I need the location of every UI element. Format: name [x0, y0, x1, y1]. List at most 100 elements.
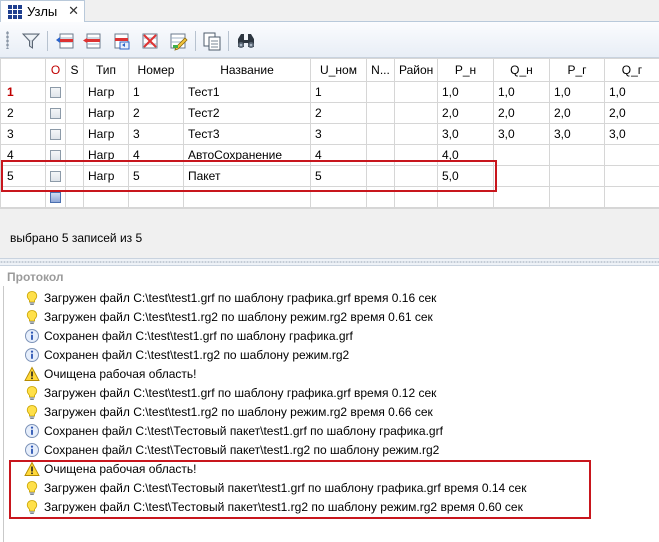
cell-qg[interactable]: [604, 165, 659, 187]
cell-pg[interactable]: 1,0: [549, 81, 605, 103]
cell-empty[interactable]: [183, 186, 311, 208]
column-header-s[interactable]: S: [65, 58, 84, 82]
row-checkbox[interactable]: [45, 123, 66, 145]
cell-tip[interactable]: Нагр: [83, 81, 129, 103]
table-row[interactable]: 4 Нагр 4 АвтоСохранение 4 4,0: [0, 144, 659, 166]
cell-qg[interactable]: [604, 144, 659, 166]
cell-empty[interactable]: [65, 186, 84, 208]
cell-s[interactable]: [65, 102, 84, 124]
row-checkbox[interactable]: [45, 165, 66, 187]
log-entry[interactable]: Сохранен файл C:\test\test1.rg2 по шабло…: [24, 345, 349, 364]
cell-pg[interactable]: [549, 165, 605, 187]
log-entry[interactable]: Сохранен файл C:\test\test1.grf по шабло…: [24, 326, 353, 345]
cell-s[interactable]: [65, 144, 84, 166]
column-header-name[interactable]: Название: [183, 58, 311, 82]
binoculars-icon[interactable]: [236, 31, 256, 51]
cell-empty[interactable]: [604, 186, 659, 208]
cell-unom[interactable]: 2: [310, 102, 367, 124]
panel-splitter[interactable]: [0, 258, 659, 266]
cell-rayon[interactable]: [394, 144, 438, 166]
log-entry[interactable]: Загружен файл C:\test\test1.grf по шабло…: [24, 288, 436, 307]
cell-pn[interactable]: 1,0: [437, 81, 494, 103]
cell-n[interactable]: [366, 123, 395, 145]
new-row[interactable]: [0, 186, 659, 208]
cell-name[interactable]: Тест3: [183, 123, 311, 145]
checkbox-icon[interactable]: [50, 87, 61, 99]
cell-tip[interactable]: Нагр: [83, 102, 129, 124]
cell-qn[interactable]: 3,0: [493, 123, 550, 145]
funnel-icon[interactable]: [21, 31, 41, 51]
cell-pn[interactable]: 5,0: [437, 165, 494, 187]
cell-nomer[interactable]: 5: [128, 165, 184, 187]
cell-qn[interactable]: 2,0: [493, 102, 550, 124]
cell-s[interactable]: [65, 81, 84, 103]
cell-s[interactable]: [65, 123, 84, 145]
log-entry[interactable]: Загружен файл C:\test\test1.grf по шабло…: [24, 383, 436, 402]
log-entry[interactable]: Очищена рабочая область!: [24, 364, 197, 383]
cell-n[interactable]: [366, 144, 395, 166]
cell-rayon[interactable]: [394, 81, 438, 103]
cell-tip[interactable]: Нагр: [83, 165, 129, 187]
add-row-icon[interactable]: [55, 31, 75, 51]
log-entry[interactable]: Сохранен файл C:\test\Тестовый пакет\tes…: [24, 421, 443, 440]
log-entry[interactable]: Загружен файл C:\test\Тестовый пакет\tes…: [24, 497, 523, 516]
cell-nomer[interactable]: 4: [128, 144, 184, 166]
cell-pn[interactable]: 4,0: [437, 144, 494, 166]
copy-table-icon[interactable]: [202, 31, 222, 51]
cell-qg[interactable]: 3,0: [604, 123, 659, 145]
cell-nomer[interactable]: 2: [128, 102, 184, 124]
cell-rayon[interactable]: [394, 102, 438, 124]
cell-n[interactable]: [366, 165, 395, 187]
column-header-o[interactable]: O: [45, 58, 66, 82]
column-header-nomer[interactable]: Номер: [128, 58, 184, 82]
cell-empty[interactable]: [366, 186, 395, 208]
log-entry[interactable]: Загружен файл C:\test\test1.rg2 по шабло…: [24, 402, 433, 421]
cell-empty[interactable]: [549, 186, 605, 208]
cell-rayon[interactable]: [394, 123, 438, 145]
cell-nomer[interactable]: 3: [128, 123, 184, 145]
cell-empty[interactable]: [310, 186, 367, 208]
cell-qg[interactable]: 1,0: [604, 81, 659, 103]
table-row[interactable]: 1 Нагр 1 Тест1 1 1,0 1,0 1,0 1,0: [0, 81, 659, 103]
cell-tip[interactable]: Нагр: [83, 144, 129, 166]
table-row[interactable]: 3 Нагр 3 Тест3 3 3,0 3,0 3,0 3,0: [0, 123, 659, 145]
cell-n[interactable]: [366, 81, 395, 103]
table-row[interactable]: 5 Нагр 5 Пакет 5 5,0: [0, 165, 659, 187]
cell-unom[interactable]: 1: [310, 81, 367, 103]
cell-pn[interactable]: 2,0: [437, 102, 494, 124]
cell-pg[interactable]: [549, 144, 605, 166]
column-header-tip[interactable]: Тип: [83, 58, 129, 82]
cell-name[interactable]: Пакет: [183, 165, 311, 187]
column-header-rownum[interactable]: [0, 58, 46, 82]
cell-rayon[interactable]: [394, 165, 438, 187]
delete-row-icon[interactable]: [82, 31, 102, 51]
cell-unom[interactable]: 4: [310, 144, 367, 166]
cut-row-icon[interactable]: [140, 31, 160, 51]
cell-qn[interactable]: [493, 144, 550, 166]
checkbox-icon[interactable]: [50, 129, 61, 141]
column-header-pn[interactable]: P_н: [437, 58, 494, 82]
column-header-qn[interactable]: Q_н: [493, 58, 550, 82]
log-entry[interactable]: Очищена рабочая область!: [24, 459, 197, 478]
row-checkbox[interactable]: [45, 144, 66, 166]
cell-qn[interactable]: 1,0: [493, 81, 550, 103]
cell-pn[interactable]: 3,0: [437, 123, 494, 145]
cell-qg[interactable]: 2,0: [604, 102, 659, 124]
checkbox-icon[interactable]: [50, 150, 61, 162]
copy-row-icon[interactable]: [112, 31, 132, 51]
cell-name[interactable]: Тест2: [183, 102, 311, 124]
cell-tip[interactable]: Нагр: [83, 123, 129, 145]
column-header-pg[interactable]: P_г: [549, 58, 605, 82]
cell-n[interactable]: [366, 102, 395, 124]
cell-unom[interactable]: 3: [310, 123, 367, 145]
column-header-qg[interactable]: Q_г: [604, 58, 659, 82]
cell-name[interactable]: АвтоСохранение: [183, 144, 311, 166]
row-checkbox[interactable]: [45, 81, 66, 103]
cell-empty[interactable]: [128, 186, 184, 208]
toolbar-grip[interactable]: [6, 31, 9, 49]
column-header-n[interactable]: N...: [366, 58, 395, 82]
log-entry[interactable]: Загружен файл C:\test\test1.rg2 по шабло…: [24, 307, 433, 326]
cell-s[interactable]: [65, 165, 84, 187]
checkbox-icon[interactable]: [50, 171, 61, 183]
tab-uzly[interactable]: Узлы ✕: [0, 0, 85, 22]
